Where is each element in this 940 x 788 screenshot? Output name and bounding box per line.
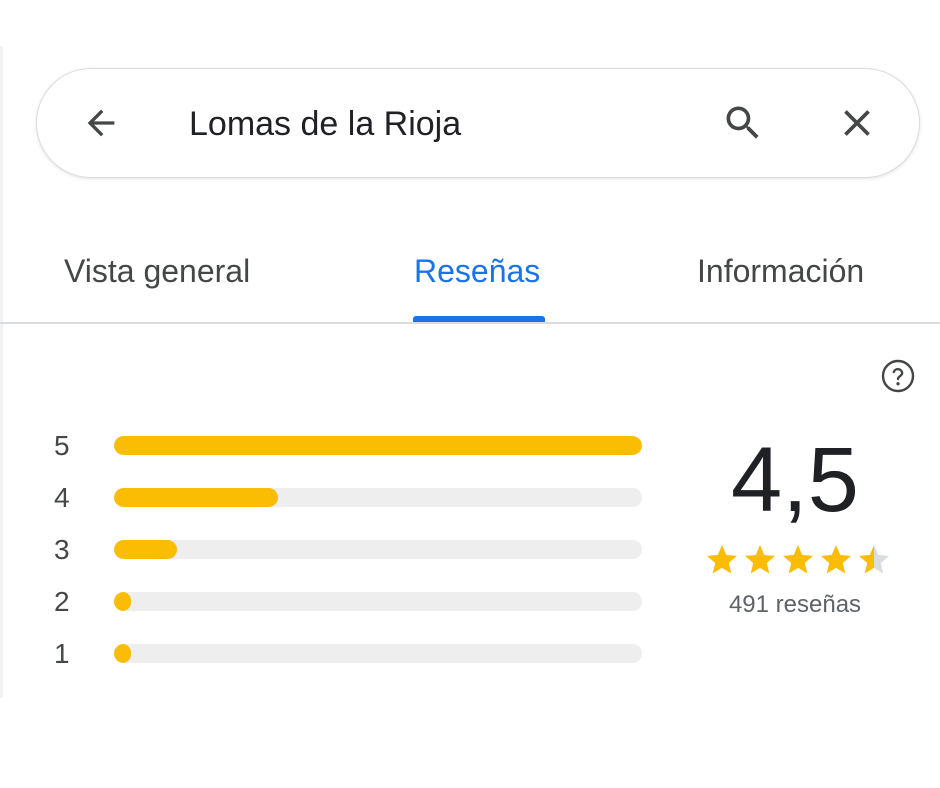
star-icon [745,545,775,574]
rating-bar-fill [114,436,642,455]
average-rating: 4,5 [731,429,859,531]
rating-bar-fill [114,592,131,611]
search-icon [726,106,759,139]
rating-row-4[interactable]: 4 [0,472,660,524]
star-icon [707,545,737,574]
tabs-divider [0,322,940,324]
rating-row-2[interactable]: 2 [0,576,660,628]
search-button[interactable] [713,93,773,153]
tab-bar: Vista general Reseñas Información [0,238,940,326]
rating-bar-track [114,644,642,663]
rating-row-label: 5 [54,430,70,461]
star-rating [704,542,892,582]
rating-row-label: 4 [54,482,70,513]
rating-row-label: 1 [54,638,70,669]
tab-about[interactable]: Información [697,250,864,292]
search-input[interactable]: Lomas de la Rioja [189,99,669,149]
star-icon [859,545,889,574]
rating-bar-track [114,540,642,559]
rating-bar-track [114,592,642,611]
help-circle-icon[interactable] [880,358,916,394]
rating-bar-fill [114,488,278,507]
rating-bar-track [114,436,642,455]
rating-row-1[interactable]: 1 [0,628,660,680]
rating-bar-fill [114,644,131,663]
star-icon [821,545,851,574]
star-icon [783,545,813,574]
tab-overview[interactable]: Vista general [64,250,250,292]
rating-row-label: 2 [54,586,70,617]
close-icon [844,110,870,136]
review-count[interactable]: 491 reseñas [700,588,890,622]
tab-reviews[interactable]: Reseñas [414,250,540,292]
rating-row-5[interactable]: 5 [0,420,660,472]
arrow-left-icon [87,109,115,137]
back-button[interactable] [71,93,131,153]
rating-row-3[interactable]: 3 [0,524,660,576]
rating-bar-fill [114,540,178,559]
clear-button[interactable] [827,93,887,153]
rating-row-label: 3 [54,534,70,565]
rating-bar-track [114,488,642,507]
search-box[interactable]: Lomas de la Rioja [36,68,920,178]
